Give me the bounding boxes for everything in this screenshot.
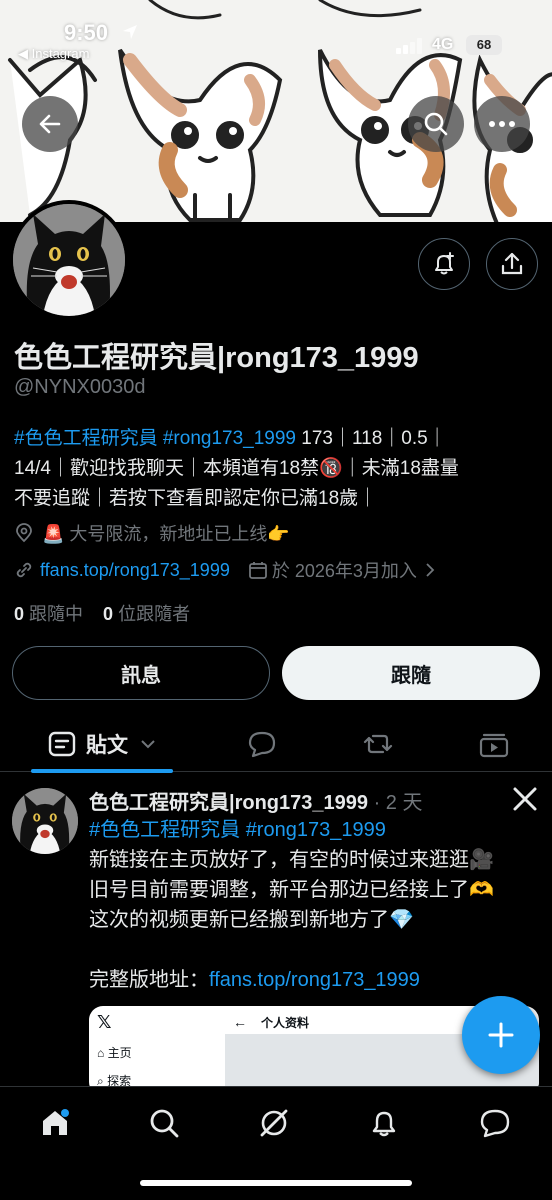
cat-photo-image <box>12 788 78 854</box>
tweet-link[interactable]: ffans.top/rong173_1999 <box>209 969 420 991</box>
bio-text: 不要追蹤｜若按下查看即認定你已滿18歲｜ <box>14 488 378 509</box>
plus-icon <box>488 1022 514 1048</box>
network-type: 4G <box>432 36 454 53</box>
chevron-down-icon <box>141 740 155 749</box>
home-indicator <box>140 1180 412 1186</box>
tweet-header: 色色工程研究員|rong173_1999 · 2 天 <box>89 786 422 815</box>
embed-title: 个人资料 <box>261 1016 310 1030</box>
compose-post-button[interactable] <box>462 996 540 1074</box>
follow-button[interactable]: 跟隨 <box>282 646 540 700</box>
profile-location: 🚨 大号限流，新地址已上线👉 <box>14 520 290 546</box>
tweet-author-name[interactable]: 色色工程研究員|rong173_1999 <box>89 792 368 814</box>
embed-x-logo: 𝕏 <box>97 1012 112 1032</box>
bio-hashtag[interactable]: #rong173_1999 <box>163 428 296 449</box>
embed-back-arrow: ← <box>233 1014 247 1030</box>
tweet-text: #色色工程研究員 #rong173_1999 新链接在主页放好了，有空的时候过来… <box>89 815 539 995</box>
tweet-line: 完整版地址： <box>89 969 209 991</box>
nav-messages[interactable] <box>465 1101 525 1145</box>
tweet-line: 这次的视频更新已经搬到新地方了💎 <box>89 909 414 931</box>
search-button[interactable] <box>408 96 464 152</box>
repost-icon <box>363 734 393 754</box>
tab-media[interactable] <box>464 716 524 772</box>
active-tab-indicator <box>31 769 173 773</box>
chat-bubble-icon <box>480 1109 510 1138</box>
profile-website-link[interactable]: ffans.top/rong173_1999 <box>40 560 230 581</box>
bell-icon <box>372 1111 396 1137</box>
bio-text: 173｜118｜0.5｜ <box>296 428 447 449</box>
reply-bubble-icon <box>248 731 276 758</box>
follow-counts: 0 跟隨中 0 位跟隨者 <box>14 600 190 626</box>
bio-text: 14/4｜歡迎找我聊天｜本頻道有18禁🔞｜未滿18盡量 <box>14 458 459 479</box>
search-icon <box>150 1109 179 1138</box>
posts-list-icon <box>48 731 76 757</box>
profile-tabs: 貼文 <box>0 716 552 772</box>
share-button[interactable] <box>486 238 538 290</box>
calendar-icon <box>248 562 267 579</box>
location-text: 🚨 大号限流，新地址已上线👉 <box>42 524 290 544</box>
nav-notifications[interactable] <box>354 1101 414 1145</box>
tab-posts[interactable]: 貼文 <box>31 716 173 772</box>
tab-posts-label: 貼文 <box>86 734 128 757</box>
tweet-line: 新链接在主页放好了，有空的时候过来逛逛🎥 <box>89 849 494 871</box>
tweet-hashtag[interactable]: #色色工程研究員 <box>89 819 240 841</box>
profile-handle: @NYNX0030d <box>14 376 146 398</box>
more-icon <box>489 121 515 127</box>
back-to-app-link[interactable]: ◀ Instagram <box>18 46 89 62</box>
bell-plus-icon <box>435 252 454 275</box>
share-icon <box>501 252 523 275</box>
grok-icon <box>260 1109 288 1137</box>
nav-search[interactable] <box>134 1101 194 1145</box>
avatar-image <box>13 204 125 316</box>
profile-avatar[interactable] <box>9 200 129 320</box>
status-time: 9:50 <box>64 20 109 45</box>
bio-hashtag[interactable]: #色色工程研究員 <box>14 428 158 449</box>
profile-bio: #色色工程研究員 #rong173_1999 173｜118｜0.5｜ 14/4… <box>14 424 534 514</box>
x-logo-icon[interactable] <box>512 786 538 812</box>
notifications-subscribe-button[interactable] <box>418 238 470 290</box>
battery-indicator: 68 <box>466 35 502 55</box>
tab-replies[interactable] <box>232 716 292 772</box>
signal-icon <box>396 38 422 54</box>
embed-menu-item: ⌂ 主页 <box>97 1046 132 1060</box>
following-link[interactable]: 0 跟隨中 <box>14 604 83 624</box>
joined-date[interactable]: 於 2026年3月加入 <box>272 557 417 583</box>
nav-grok[interactable] <box>244 1101 304 1145</box>
back-arrow-icon <box>39 114 61 134</box>
nav-home[interactable] <box>25 1101 85 1145</box>
video-media-icon <box>479 733 509 758</box>
tweet-line: 旧号目前需要调整，新平台那边已经接上了🫶 <box>89 879 494 901</box>
tweet-hashtag[interactable]: #rong173_1999 <box>246 819 386 841</box>
message-button[interactable]: 訊息 <box>12 646 270 700</box>
followers-link[interactable]: 0 位跟隨者 <box>103 604 190 624</box>
more-button[interactable] <box>474 96 530 152</box>
profile-link-row: ffans.top/rong173_1999 於 2026年3月加入 <box>14 557 437 583</box>
chevron-right-icon[interactable] <box>423 562 437 578</box>
tweet-author-avatar[interactable] <box>12 788 78 854</box>
link-icon <box>16 562 32 578</box>
back-button[interactable] <box>22 96 78 152</box>
location-arrow-icon <box>123 25 137 39</box>
tweet-timestamp: · 2 天 <box>368 792 423 814</box>
home-icon <box>43 1109 69 1135</box>
cat-photo-image <box>13 204 125 316</box>
profile-name: 色色工程研究員|rong173_1999 <box>14 342 419 374</box>
location-pin-icon <box>16 523 32 543</box>
tab-reposts[interactable] <box>348 716 408 772</box>
search-icon <box>424 112 448 136</box>
status-bar: 9:50 ◀ Instagram 4G 68 <box>0 0 552 70</box>
